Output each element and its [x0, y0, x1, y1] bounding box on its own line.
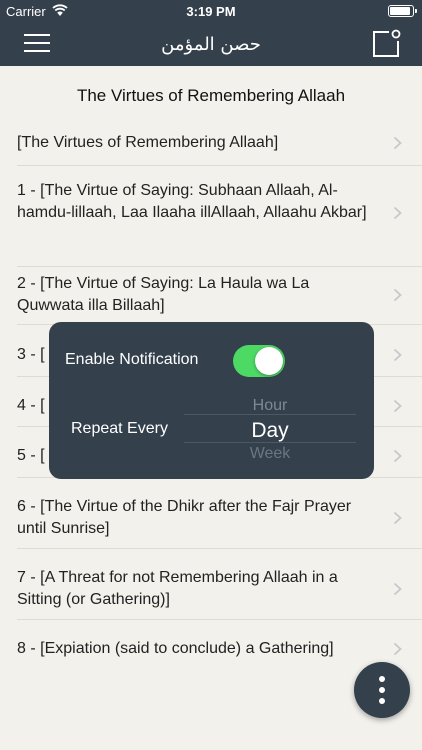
list-item[interactable]: 8 - [Expiation (said to conclude) a Gath… — [0, 638, 422, 660]
list-item[interactable]: 7 - [A Threat for not Remembering Allaah… — [0, 567, 422, 611]
page-heading: The Virtues of Remembering Allaah — [76, 86, 346, 105]
status-time: 3:19 PM — [186, 4, 236, 19]
more-dot-icon — [379, 698, 385, 704]
toggle-knob — [255, 347, 283, 375]
note-icon[interactable] — [370, 28, 402, 60]
list-item-label: 8 - [Expiation (said to conclude) a Gath… — [17, 640, 334, 657]
chevron-right-icon — [393, 511, 402, 525]
list-item[interactable]: 6 - [The Virtue of the Dhikr after the F… — [0, 496, 422, 540]
list-separator — [17, 266, 422, 267]
list-item[interactable]: 2 - [The Virtue of Saying: La Haula wa L… — [0, 273, 422, 317]
repeat-every-label: Repeat Every — [71, 420, 168, 437]
chevron-right-icon — [393, 399, 402, 413]
chevron-right-icon — [393, 582, 402, 596]
battery-icon — [388, 5, 417, 17]
picker-option-next[interactable]: Week — [184, 445, 356, 459]
list-item-label: [The Virtues of Remembering Allaah] — [17, 134, 279, 151]
more-dot-icon — [379, 687, 385, 693]
enable-notification-toggle[interactable] — [233, 345, 285, 377]
picker-option-selected[interactable]: Day — [184, 419, 356, 443]
chevron-right-icon — [393, 136, 402, 150]
picker-divider — [184, 442, 356, 443]
list-separator — [17, 165, 422, 166]
repeat-interval-picker[interactable]: Hour Day Week — [184, 392, 356, 464]
app-title: حصن المؤمن — [161, 34, 261, 55]
navigation-bar: حصن المؤمن — [0, 22, 422, 66]
picker-option-previous[interactable]: Hour — [184, 397, 356, 415]
chevron-right-icon — [393, 642, 402, 656]
chevron-right-icon — [393, 288, 402, 302]
status-bar: Carrier 3:19 PM — [0, 0, 422, 22]
chevron-right-icon — [393, 206, 402, 220]
chevron-right-icon — [393, 348, 402, 362]
list-separator — [17, 548, 422, 549]
more-options-button[interactable] — [354, 662, 410, 718]
battery-level — [390, 7, 410, 15]
enable-notification-label: Enable Notification — [65, 351, 199, 368]
list-item-label: 1 - [The Virtue of Saying: Subhaan Allaa… — [17, 182, 367, 221]
more-dot-icon — [379, 676, 385, 682]
list-item-label: 7 - [A Threat for not Remembering Allaah… — [17, 569, 338, 608]
list-separator — [17, 619, 422, 620]
list-item[interactable]: [The Virtues of Remembering Allaah] — [0, 132, 422, 154]
list-item-label: 6 - [The Virtue of the Dhikr after the F… — [17, 498, 352, 537]
chevron-right-icon — [393, 449, 402, 463]
list-item-label: 2 - [The Virtue of Saying: La Haula wa L… — [17, 275, 310, 314]
picker-divider — [184, 414, 356, 415]
list-item[interactable]: 1 - [The Virtue of Saying: Subhaan Allaa… — [0, 180, 422, 246]
notification-popup: Enable Notification Repeat Every Hour Da… — [49, 322, 374, 479]
